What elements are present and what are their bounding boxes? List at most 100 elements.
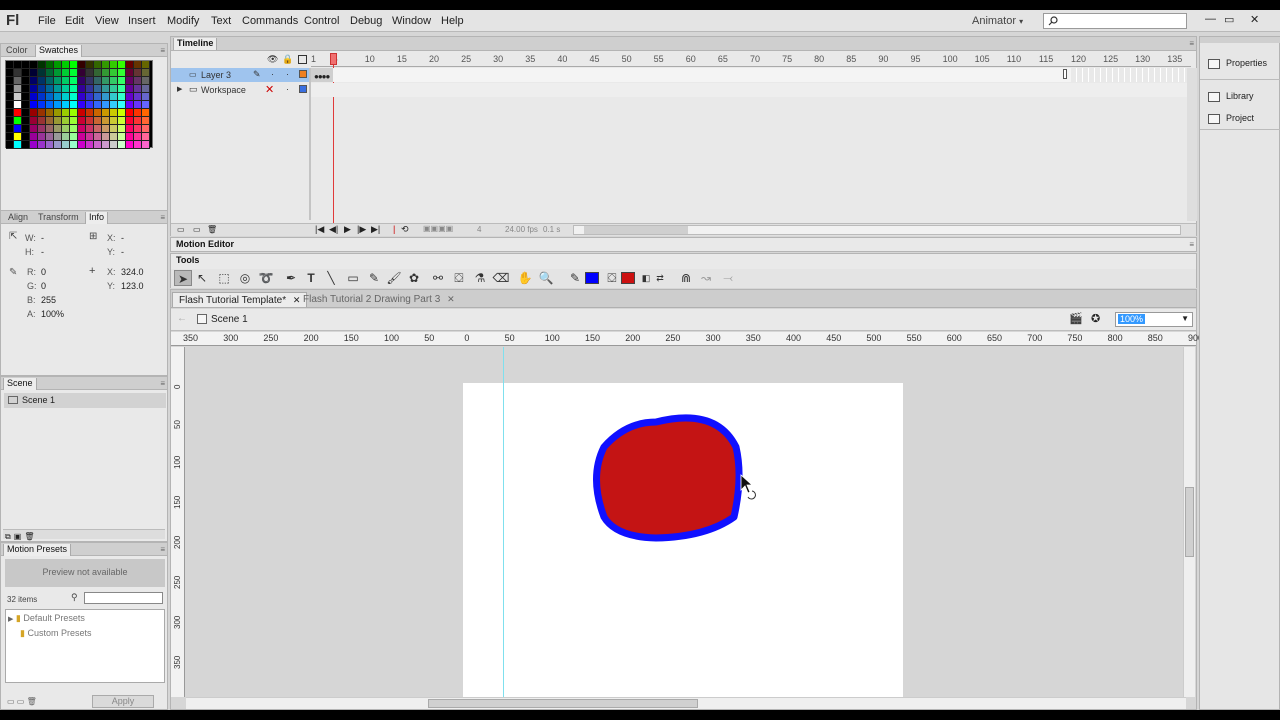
swatch-cell[interactable] [70, 93, 78, 101]
stage-hscroll-thumb[interactable] [428, 699, 698, 708]
swatch-cell[interactable] [102, 141, 110, 149]
add-scene-icon[interactable]: ▣ [14, 532, 22, 541]
swatch-cell[interactable] [110, 69, 118, 77]
stage-hscroll[interactable] [186, 697, 1186, 709]
snap-magnet-icon[interactable]: ⋒ [677, 270, 695, 286]
swatch-cell[interactable] [54, 141, 62, 149]
swatch-cell[interactable] [110, 125, 118, 133]
swatch-cell[interactable] [54, 93, 62, 101]
swatch-cell[interactable] [126, 125, 134, 133]
swatch-cell[interactable] [134, 133, 142, 141]
visibility-dot[interactable]: · [271, 69, 274, 79]
swatch-cell[interactable] [22, 61, 30, 69]
swatch-cell[interactable] [102, 109, 110, 117]
swatch-cell[interactable] [78, 61, 86, 69]
swatch-cell[interactable] [46, 61, 54, 69]
swatch-cell[interactable] [14, 133, 22, 141]
panel-menu-icon[interactable]: ≡ [1189, 240, 1194, 249]
swatch-cell[interactable] [38, 61, 46, 69]
swatch-cell[interactable] [142, 93, 150, 101]
swatch-cell[interactable] [38, 101, 46, 109]
layer-color-swatch[interactable] [299, 70, 307, 78]
swatch-cell[interactable] [38, 93, 46, 101]
doc-tab-template[interactable]: Flash Tutorial Template* ✕ [172, 292, 308, 307]
swatch-cell[interactable] [126, 77, 134, 85]
swatch-cell[interactable] [110, 133, 118, 141]
swatch-cell[interactable] [70, 101, 78, 109]
swatch-cell[interactable] [54, 69, 62, 77]
swatch-cell[interactable] [22, 69, 30, 77]
red-circle-shape[interactable] [593, 414, 743, 542]
swatch-cell[interactable] [102, 133, 110, 141]
swatch-cell[interactable] [102, 61, 110, 69]
doc-tab-drawing[interactable]: Flash Tutorial 2 Drawing Part 3 ✕ [297, 292, 461, 307]
menu-insert[interactable]: Insert [128, 15, 156, 27]
swatch-cell[interactable] [30, 93, 38, 101]
swatch-cell[interactable] [6, 125, 14, 133]
swatch-cell[interactable] [54, 109, 62, 117]
stage-vscroll[interactable] [1183, 347, 1195, 697]
restore-button[interactable]: ▭ [1224, 13, 1234, 26]
preset-folder-default[interactable]: ▶ ▮ Default Presets [8, 613, 85, 624]
lasso-tool-icon[interactable]: ➰ [257, 270, 275, 286]
swatch-cell[interactable] [62, 133, 70, 141]
pencil-tool-icon[interactable]: ✎ [365, 270, 383, 286]
swatch-cell[interactable] [126, 93, 134, 101]
swatch-cell[interactable] [38, 117, 46, 125]
swatch-cell[interactable] [86, 85, 94, 93]
deco-tool-icon[interactable]: ✿ [405, 270, 423, 286]
swatch-cell[interactable] [62, 61, 70, 69]
swatch-cell[interactable] [70, 85, 78, 93]
swatch-cell[interactable] [134, 109, 142, 117]
swatch-cell[interactable] [6, 93, 14, 101]
swatch-cell[interactable] [134, 85, 142, 93]
swatch-cell[interactable] [62, 93, 70, 101]
layer-row-workspace[interactable]: ▶ ▭ Workspace ✕ · [171, 83, 311, 97]
text-tool-icon[interactable]: T [302, 270, 320, 286]
swatch-cell[interactable] [110, 141, 118, 149]
back-arrow-icon[interactable]: ← [177, 313, 187, 324]
swatch-cell[interactable] [30, 125, 38, 133]
menu-file[interactable]: File [38, 15, 56, 27]
stroke-color-swatch[interactable] [585, 272, 599, 284]
eraser-tool-icon[interactable]: ⌫ [492, 270, 510, 286]
swatch-cell[interactable] [30, 101, 38, 109]
menu-window[interactable]: Window [392, 15, 431, 27]
swatch-cell[interactable] [6, 141, 14, 149]
swatch-cell[interactable] [6, 117, 14, 125]
swatch-cell[interactable] [70, 77, 78, 85]
swatch-cell[interactable] [22, 77, 30, 85]
swatch-cell[interactable] [14, 125, 22, 133]
layer-color-swatch[interactable] [299, 85, 307, 93]
preset-search-input[interactable] [84, 592, 163, 604]
swatch-cell[interactable] [46, 69, 54, 77]
swatch-cell[interactable] [46, 77, 54, 85]
panel-menu-icon[interactable]: ≡ [160, 379, 165, 388]
swatch-cell[interactable] [14, 61, 22, 69]
swatch-cell[interactable] [6, 133, 14, 141]
swatch-cell[interactable] [134, 125, 142, 133]
rectangle-tool-icon[interactable]: ▭ [344, 270, 362, 286]
lock-dot[interactable]: · [286, 69, 289, 79]
swatch-cell[interactable] [86, 101, 94, 109]
swatch-cell[interactable] [14, 109, 22, 117]
help-search-input[interactable] [1043, 13, 1187, 29]
swatch-cell[interactable] [102, 125, 110, 133]
swatch-cell[interactable] [14, 101, 22, 109]
swatch-cell[interactable] [70, 117, 78, 125]
swatch-cell[interactable] [142, 69, 150, 77]
swatch-cell[interactable] [62, 69, 70, 77]
swatch-cell[interactable] [86, 61, 94, 69]
swatch-cell[interactable] [6, 69, 14, 77]
goto-last-icon[interactable]: ▶| [371, 224, 380, 235]
swatch-cell[interactable] [78, 117, 86, 125]
swatch-cell[interactable] [6, 85, 14, 93]
swatch-cell[interactable] [86, 117, 94, 125]
swatch-cell[interactable] [94, 77, 102, 85]
close-icon[interactable]: ✕ [447, 294, 455, 304]
swatch-cell[interactable] [118, 109, 126, 117]
swatch-cell[interactable] [78, 125, 86, 133]
swatch-cell[interactable] [102, 77, 110, 85]
swatch-cell[interactable] [46, 109, 54, 117]
swatch-cell[interactable] [110, 93, 118, 101]
